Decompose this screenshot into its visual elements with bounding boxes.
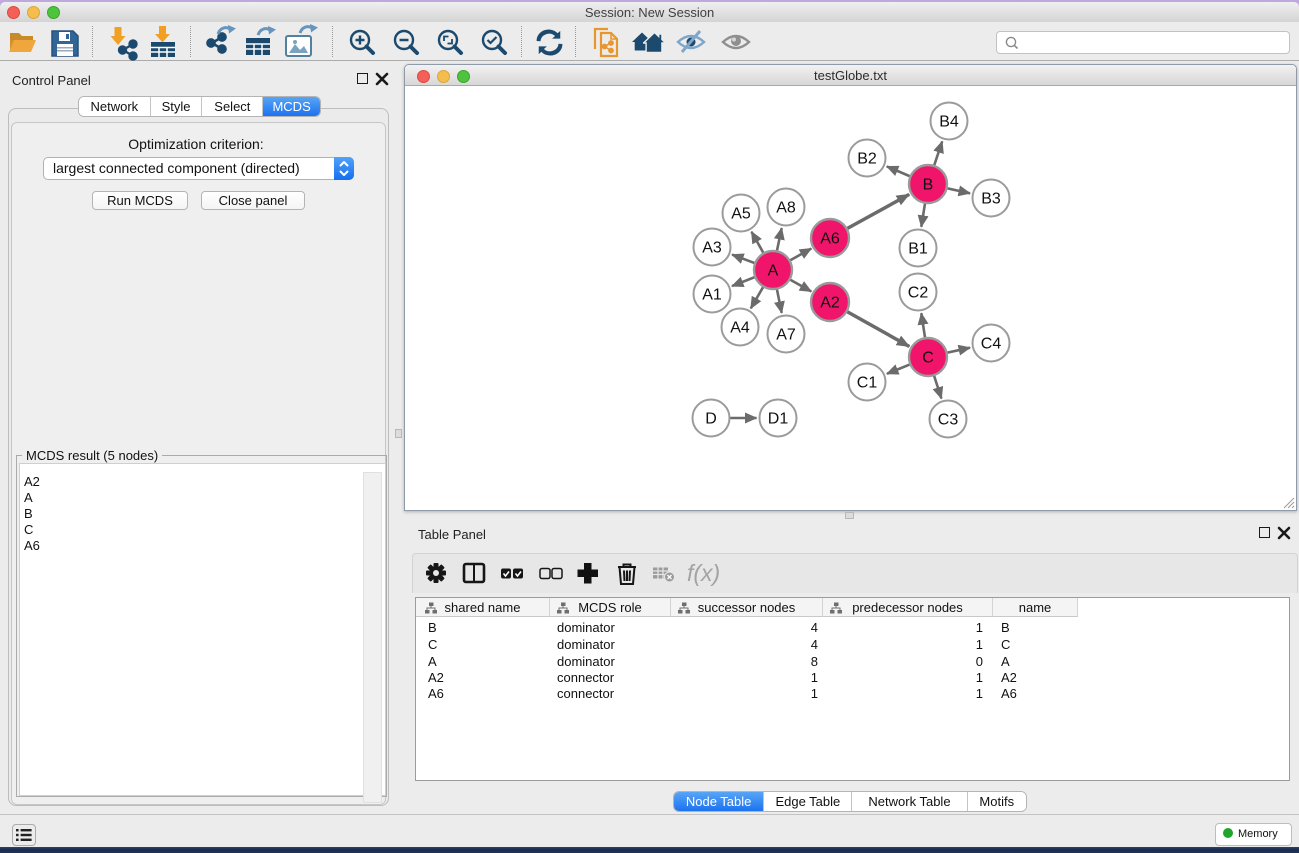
svg-text:A6: A6 — [820, 231, 840, 248]
svg-text:B1: B1 — [908, 241, 928, 258]
svg-text:A3: A3 — [702, 240, 722, 257]
svg-text:B3: B3 — [981, 191, 1001, 208]
svg-text:B4: B4 — [939, 114, 959, 131]
svg-text:A1: A1 — [702, 287, 722, 304]
svg-text:D: D — [705, 411, 717, 428]
svg-text:C4: C4 — [981, 336, 1002, 353]
svg-text:C1: C1 — [857, 375, 878, 392]
svg-text:B: B — [923, 177, 934, 194]
svg-text:B2: B2 — [857, 151, 877, 168]
svg-text:C: C — [922, 350, 934, 367]
svg-text:D1: D1 — [768, 411, 789, 428]
svg-text:C3: C3 — [938, 412, 959, 429]
svg-text:f(x): f(x) — [687, 560, 720, 586]
svg-text:A7: A7 — [776, 327, 796, 344]
svg-text:A2: A2 — [820, 295, 840, 312]
svg-text:A5: A5 — [731, 206, 751, 223]
svg-text:A: A — [768, 263, 779, 280]
svg-text:C2: C2 — [908, 285, 929, 302]
svg-text:A8: A8 — [776, 200, 796, 217]
svg-text:A4: A4 — [730, 320, 750, 337]
